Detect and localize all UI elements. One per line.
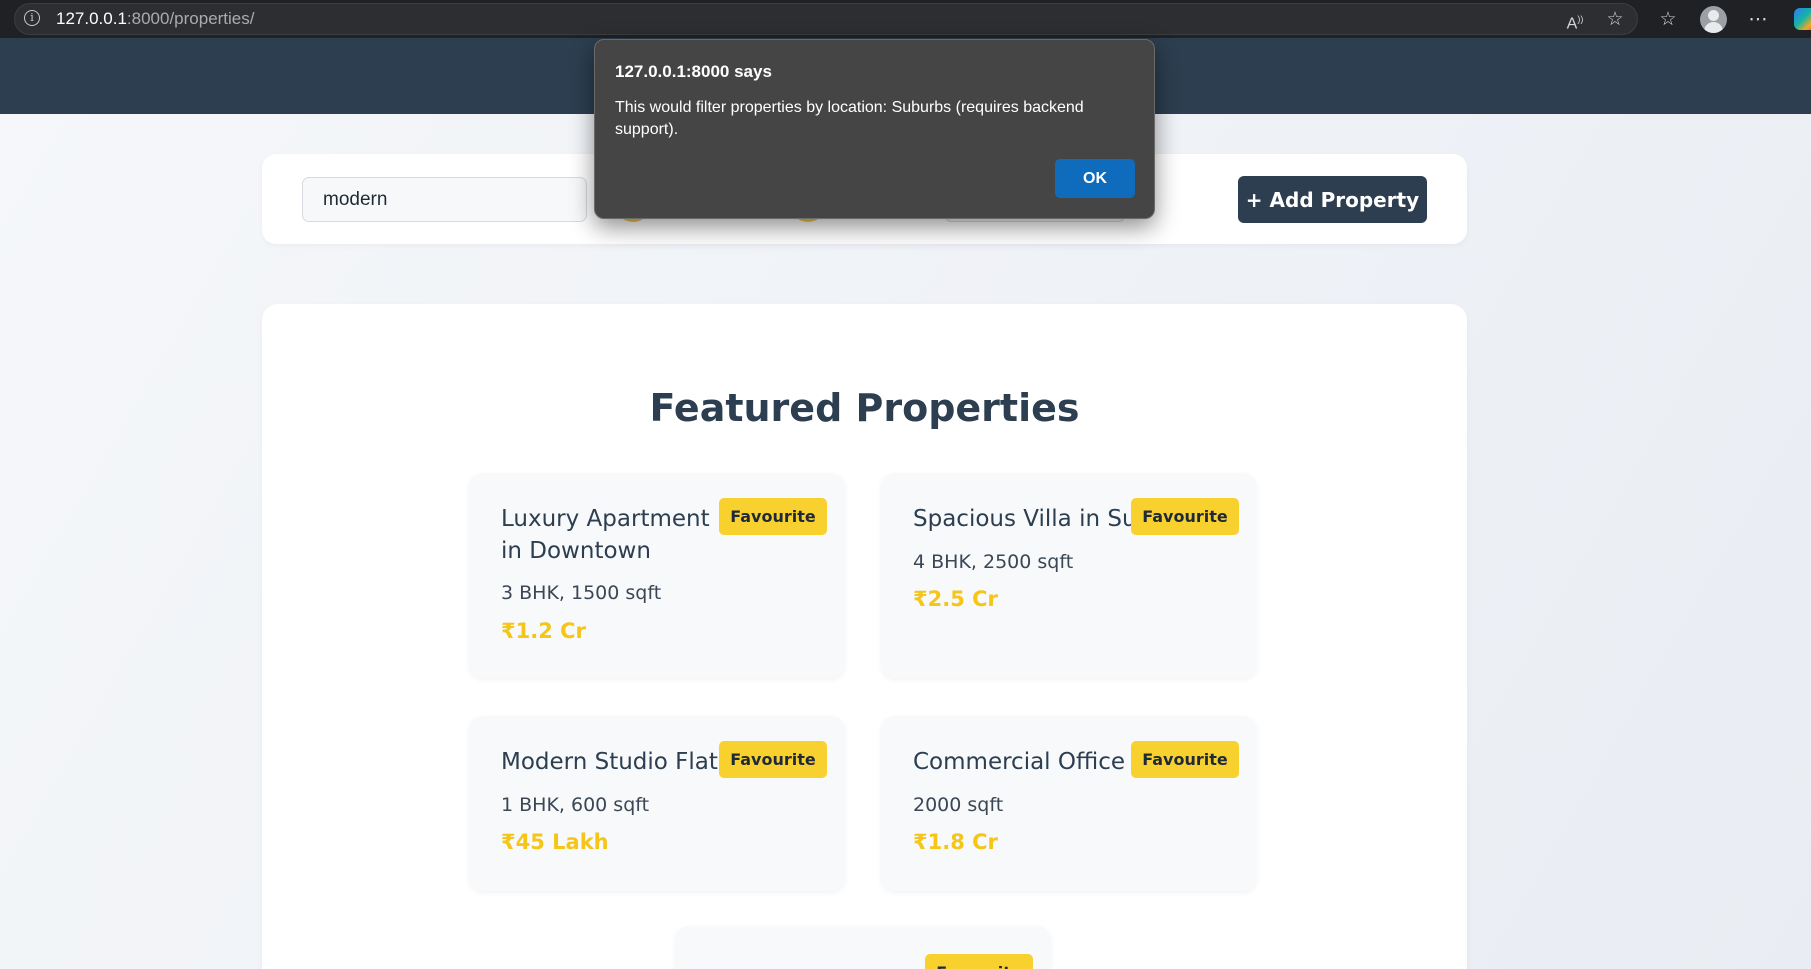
copilot-icon[interactable]	[1794, 8, 1811, 30]
property-card[interactable]: Modern Studio Flat 1 BHK, 600 sqft ₹45 L…	[469, 716, 845, 891]
section-title: Featured Properties	[649, 386, 1080, 430]
property-card[interactable]: Luxury Apartment in Downtown 3 BHK, 1500…	[469, 473, 845, 678]
property-meta: 3 BHK, 1500 sqft	[501, 582, 662, 604]
property-title: Modern Studio Flat	[501, 749, 718, 775]
favorites-list-icon[interactable]: ☆	[1655, 6, 1681, 32]
favourite-button[interactable]: Favourite	[719, 741, 827, 778]
alert-dialog: 127.0.0.1:8000 says This would filter pr…	[594, 39, 1155, 219]
alert-message: This would filter properties by location…	[615, 99, 1084, 138]
favourite-button[interactable]: Favourite	[925, 954, 1033, 969]
profile-avatar[interactable]	[1700, 6, 1727, 33]
read-aloud-icon[interactable]: A))	[1562, 6, 1588, 32]
property-card[interactable]: Favourite	[675, 926, 1051, 969]
alert-title: 127.0.0.1:8000 says	[615, 62, 772, 81]
add-property-button[interactable]: + Add Property	[1238, 176, 1427, 223]
favourite-button[interactable]: Favourite	[1131, 498, 1239, 535]
property-meta: 2000 sqft	[913, 794, 1004, 816]
favourite-button[interactable]: Favourite	[1131, 741, 1239, 778]
property-meta: 1 BHK, 600 sqft	[501, 794, 650, 816]
url-path: :8000/properties/	[126, 9, 255, 28]
site-info-icon[interactable]: i	[24, 10, 40, 26]
property-title: Commercial Office Space	[913, 749, 1163, 775]
search-input[interactable]	[302, 177, 587, 222]
favourite-button[interactable]: Favourite	[719, 498, 827, 535]
property-price: ₹2.5 Cr	[913, 587, 998, 611]
url-host: 127.0.0.1	[56, 9, 127, 28]
more-options-icon[interactable]: ⋯	[1745, 6, 1771, 32]
address-bar[interactable]	[14, 3, 1638, 35]
property-price: ₹1.2 Cr	[501, 619, 586, 643]
property-card[interactable]: Spacious Villa in Suburbs 4 BHK, 2500 sq…	[881, 473, 1257, 678]
property-card[interactable]: Commercial Office Space 2000 sqft ₹1.8 C…	[881, 716, 1257, 891]
property-price: ₹1.8 Cr	[913, 830, 998, 854]
favorite-star-icon[interactable]: ☆	[1602, 6, 1628, 32]
url-text[interactable]: 127.0.0.1:8000/properties/	[56, 9, 255, 29]
property-price: ₹45 Lakh	[501, 830, 609, 854]
property-meta: 4 BHK, 2500 sqft	[913, 551, 1074, 573]
alert-ok-button[interactable]: OK	[1055, 159, 1135, 198]
property-title: Luxury Apartment in Downtown	[501, 506, 710, 564]
property-title: Spacious Villa in Suburbs	[913, 506, 1163, 532]
